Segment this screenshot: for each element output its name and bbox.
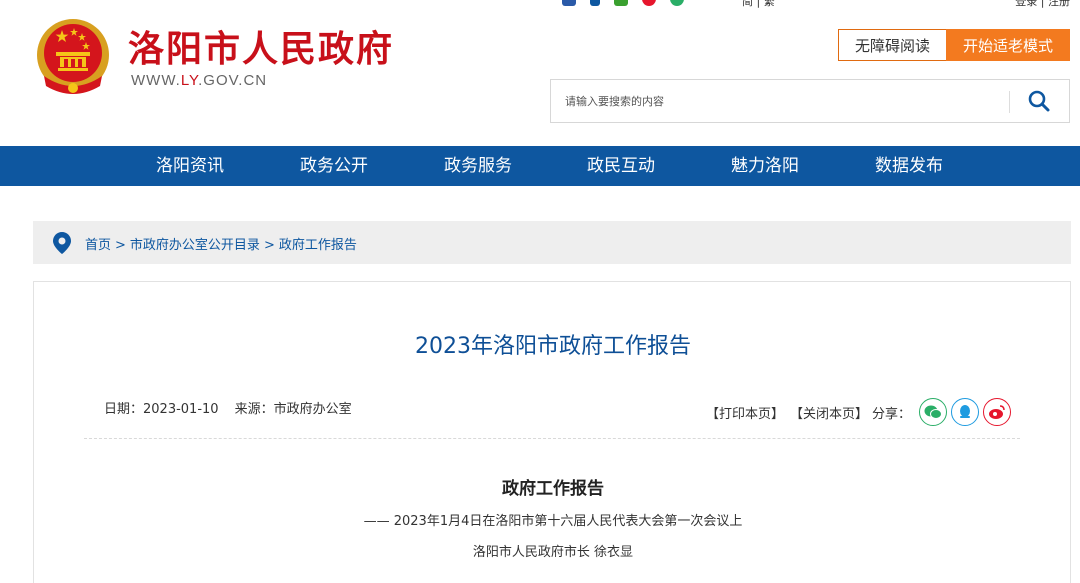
breadcrumb-home[interactable]: 首页: [85, 238, 111, 253]
article-title: 2023年洛阳市政府工作报告: [415, 334, 691, 359]
site-header: 洛阳市人民政府 WWW.LY.GOV.CN 无障碍阅读 开始适老模式: [0, 0, 1080, 146]
accessibility-button-group: 无障碍阅读 开始适老模式: [838, 29, 1070, 61]
accessible-reading-button[interactable]: 无障碍阅读: [838, 29, 946, 61]
search-divider: [1009, 91, 1010, 113]
main-nav: 洛阳资讯 政务公开 政务服务 政民互动 魅力洛阳 数据发布: [0, 146, 1080, 186]
article-source: 来源：市政府办公室: [234, 402, 352, 417]
breadcrumb: 首页 > 市政府办公室公开目录 > 政府工作报告: [33, 221, 1071, 264]
report-occasion: —— 2023年1月4日在洛阳市第十六届人民代表大会第一次会议上: [363, 514, 743, 529]
share-qq-icon[interactable]: [951, 398, 980, 426]
site-url-suffix: .GOV.CN: [198, 72, 268, 89]
search-box: [550, 79, 1070, 123]
print-page-link[interactable]: 【打印本页】: [706, 403, 784, 422]
report-heading: 政府工作报告: [502, 479, 604, 499]
search-button[interactable]: [1019, 86, 1059, 116]
search-input[interactable]: [551, 80, 1007, 122]
share-label: 分享：: [872, 406, 912, 422]
search-icon: [1028, 90, 1050, 112]
site-title[interactable]: 洛阳市人民政府: [128, 20, 394, 72]
report-author: 洛阳市人民政府市长 徐衣显: [472, 545, 634, 560]
nav-item-government-affairs[interactable]: 政务公开: [300, 146, 368, 186]
nav-item-government-services[interactable]: 政务服务: [444, 146, 512, 186]
site-url-prefix: WWW.: [131, 72, 181, 89]
location-pin-icon: [53, 232, 71, 254]
share-wechat-icon[interactable]: [919, 398, 948, 426]
national-emblem-logo[interactable]: [34, 16, 112, 98]
breadcrumb-level1[interactable]: 市政府办公室公开目录: [130, 238, 260, 253]
nav-item-news[interactable]: 洛阳资讯: [156, 146, 224, 186]
article-meta: 日期：2023-01-10 来源：市政府办公室: [104, 398, 352, 417]
article-date: 日期：2023-01-10: [104, 402, 219, 417]
site-url-highlight: LY: [180, 72, 199, 89]
breadcrumb-level2[interactable]: 政府工作报告: [279, 238, 357, 253]
breadcrumb-separator: >: [115, 238, 126, 253]
nav-item-charm-luoyang[interactable]: 魅力洛阳: [731, 146, 799, 186]
article-actions: 【打印本页】 【关闭本页】 分享：: [706, 398, 1012, 426]
nav-item-data-release[interactable]: 数据发布: [875, 146, 943, 186]
elderly-mode-button[interactable]: 开始适老模式: [946, 29, 1070, 61]
site-url: WWW.LY.GOV.CN: [131, 72, 267, 89]
article-card: 2023年洛阳市政府工作报告 日期：2023-01-10 来源：市政府办公室 【打…: [33, 281, 1071, 583]
nav-item-interaction[interactable]: 政民互动: [587, 146, 655, 186]
meta-divider: [84, 438, 1020, 439]
close-page-link[interactable]: 【关闭本页】: [790, 403, 868, 422]
breadcrumb-links: 首页 > 市政府办公室公开目录 > 政府工作报告: [85, 234, 357, 253]
share-weibo-icon[interactable]: [983, 398, 1012, 426]
breadcrumb-separator: >: [263, 238, 275, 253]
